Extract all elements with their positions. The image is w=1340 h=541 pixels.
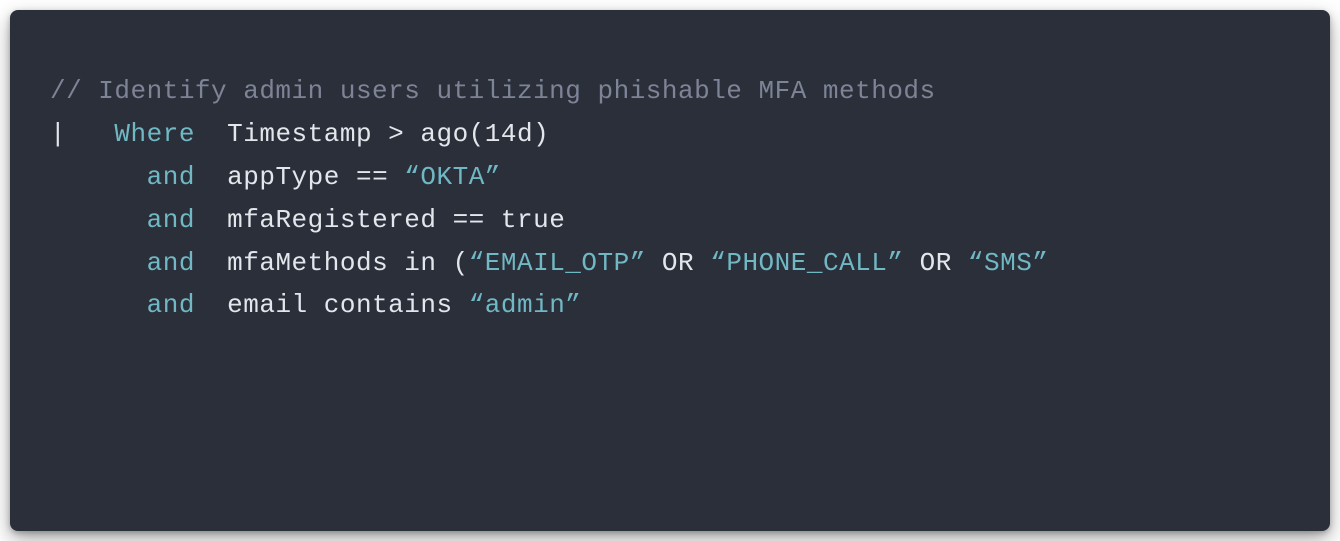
or-operator: OR	[903, 248, 967, 278]
code-line-email: and email contains “admin”	[50, 284, 1290, 327]
indent	[50, 205, 147, 235]
code-line-apptype: and appType == “OKTA”	[50, 156, 1290, 199]
mfamethods-text: mfaMethods in (	[195, 248, 469, 278]
code-line-mfamethods: and mfaMethods in (“EMAIL_OTP” OR “PHONE…	[50, 242, 1290, 285]
apptype-condition: appType ==	[195, 162, 404, 192]
sms-string: “SMS”	[968, 248, 1049, 278]
indent	[50, 162, 147, 192]
mfaregistered-condition: mfaRegistered == true	[195, 205, 565, 235]
comment-text: // Identify admin users utilizing phisha…	[50, 76, 936, 106]
code-line-comment: // Identify admin users utilizing phisha…	[50, 70, 1290, 113]
or-operator: OR	[646, 248, 710, 278]
email-otp-string: “EMAIL_OTP”	[469, 248, 646, 278]
indent	[50, 248, 147, 278]
and-keyword: and	[147, 205, 195, 235]
okta-string: “OKTA”	[404, 162, 501, 192]
and-keyword: and	[147, 248, 195, 278]
and-keyword: and	[147, 162, 195, 192]
code-line-where: | Where Timestamp > ago(14d)	[50, 113, 1290, 156]
and-keyword: and	[147, 290, 195, 320]
code-line-mfaregistered: and mfaRegistered == true	[50, 199, 1290, 242]
admin-string: “admin”	[469, 290, 582, 320]
where-keyword: Where	[114, 119, 195, 149]
pipe-symbol: |	[50, 119, 114, 149]
phone-call-string: “PHONE_CALL”	[710, 248, 903, 278]
indent	[50, 290, 147, 320]
code-block: // Identify admin users utilizing phisha…	[10, 10, 1330, 531]
timestamp-condition: Timestamp > ago(14d)	[195, 119, 549, 149]
email-condition: email contains	[195, 290, 469, 320]
